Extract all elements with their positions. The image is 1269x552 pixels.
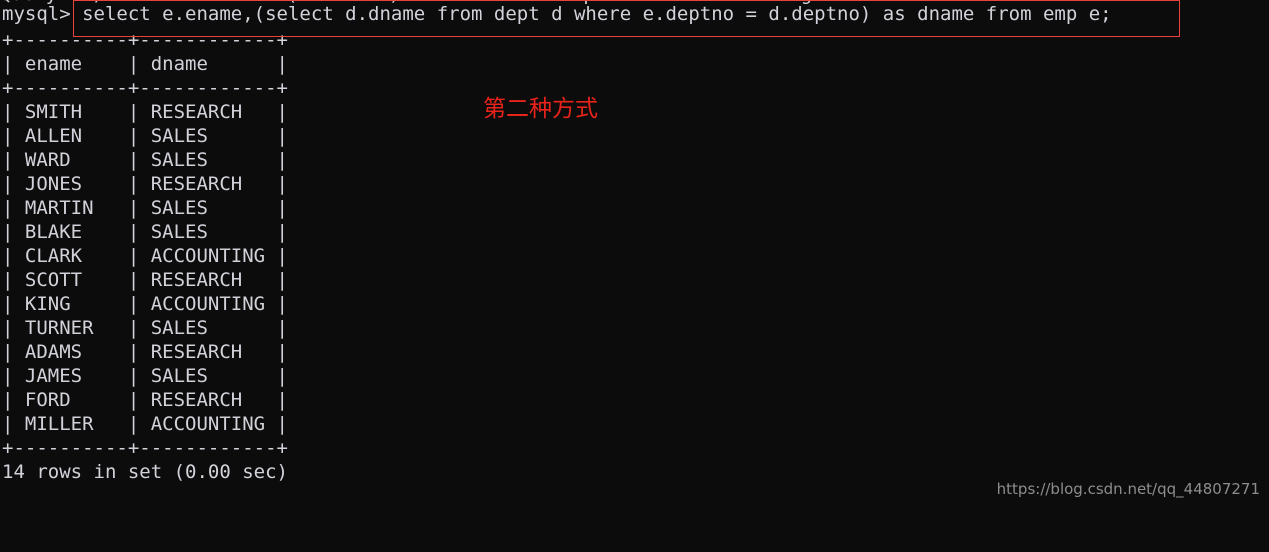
table-separator-bottom: +----------+------------+	[2, 437, 288, 459]
table-body: | SMITH | RESEARCH | | ALLEN | SALES | |…	[2, 101, 288, 435]
sql-command-text: select e.ename,(select d.dname from dept…	[70, 3, 1112, 25]
annotation-note: 第二种方式	[483, 96, 598, 122]
watermark: https://blog.csdn.net/qq_44807271	[996, 480, 1260, 498]
mysql-prompt: mysql>	[2, 3, 71, 25]
status-line: 14 rows in set (0.00 sec)	[2, 461, 288, 483]
table-header-row: | ename | dname |	[2, 53, 288, 75]
table-separator-mid: +----------+------------+	[2, 77, 288, 99]
table-separator-top: +----------+------------+	[2, 29, 288, 51]
command-line: mysql> select e.ename,(select d.dname fr…	[2, 2, 1112, 26]
mysql-terminal[interactable]: Query OK, 1 row affected (0.00 sec) Reco…	[0, 0, 1269, 506]
